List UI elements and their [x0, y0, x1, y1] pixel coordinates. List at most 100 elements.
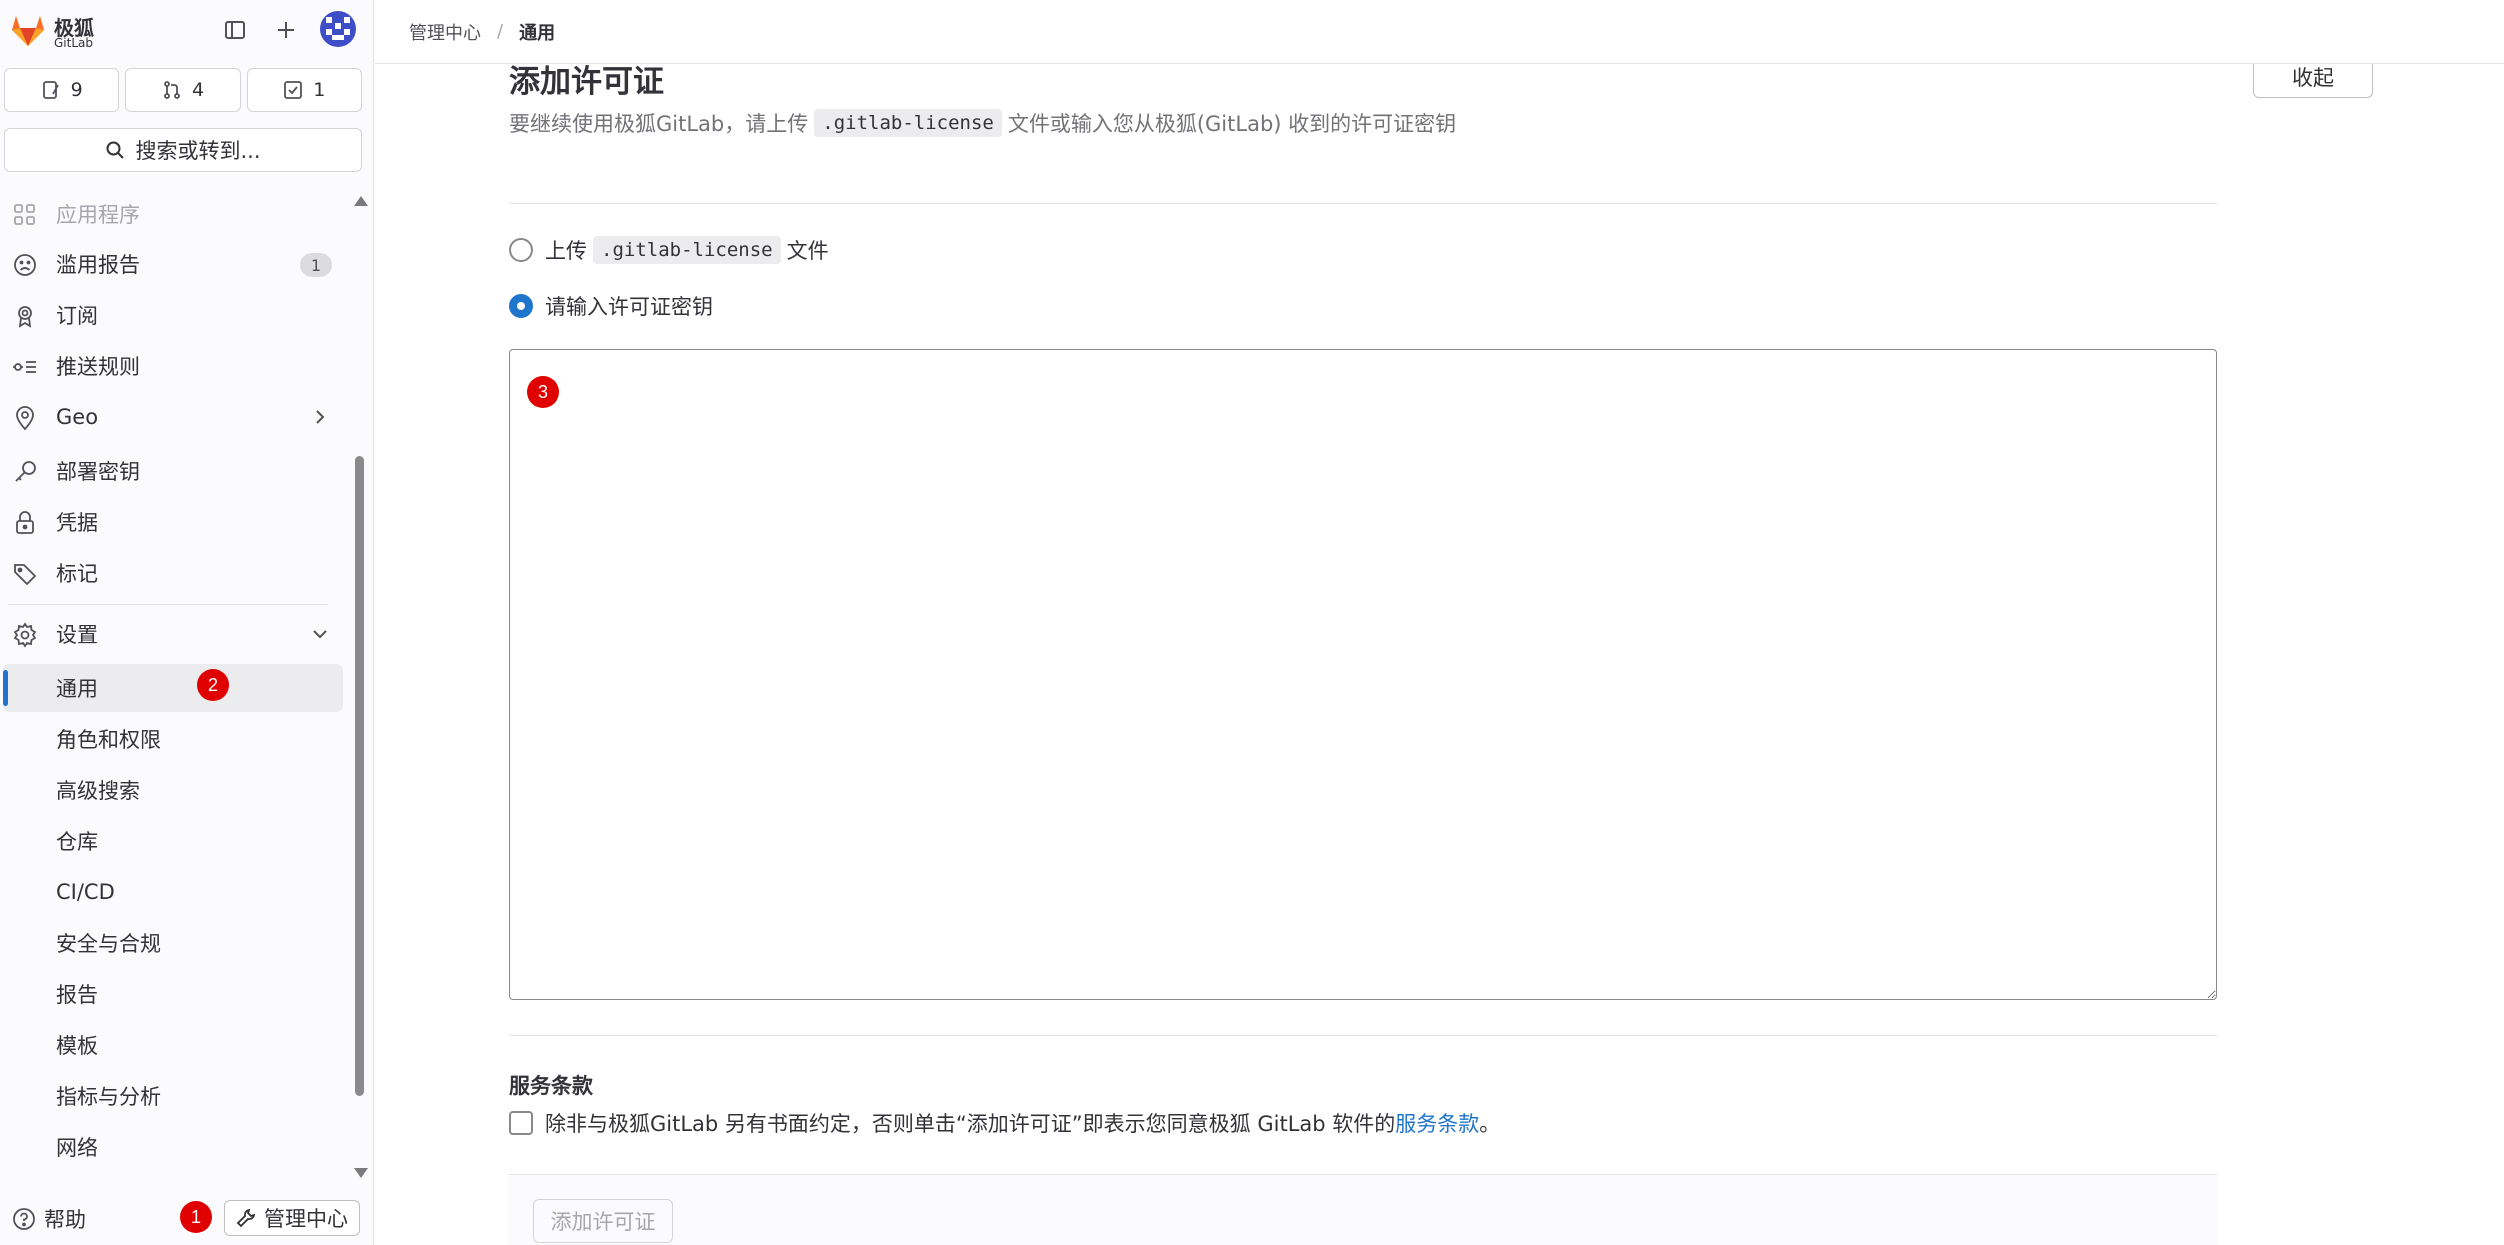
terms-title: 服务条款	[509, 1074, 593, 1098]
sidebar-subitem-metrics[interactable]: 指标与分析	[0, 1072, 345, 1120]
sidebar-subitem-network[interactable]: 网络	[0, 1123, 345, 1171]
admin-area-button[interactable]: 管理中心	[224, 1200, 360, 1236]
sidebar-item-deploy-keys[interactable]: 部署密钥	[0, 447, 345, 495]
help-icon	[13, 1208, 35, 1230]
sidebar-item-push-rules[interactable]: 推送规则	[0, 342, 345, 390]
subscription-icon	[18, 306, 32, 328]
sidebar-item-label: Geo	[56, 405, 99, 429]
issues-count: 9	[70, 79, 83, 101]
help-button[interactable]: 帮助	[12, 1204, 86, 1234]
merge-requests-counter-button[interactable]: 4	[125, 68, 241, 112]
sidebar-subitem-general[interactable]: 通用	[3, 664, 343, 712]
sidebar-subitem-label: 角色和权限	[56, 728, 161, 752]
todos-counter-button[interactable]: 1	[246, 68, 362, 112]
breadcrumb: 管理中心 / 通用	[375, 0, 2504, 64]
upload-file-option[interactable]: 上传 .gitlab-license 文件	[509, 235, 829, 265]
scroll-up-arrow-icon[interactable]	[354, 196, 368, 206]
sidebar-subitem-repository[interactable]: 仓库	[0, 817, 345, 865]
sidebar-subitem-label: 指标与分析	[56, 1085, 161, 1109]
push-rules-icon	[13, 361, 36, 373]
abuse-report-count-badge: 1	[300, 253, 332, 277]
todo-icon	[284, 81, 303, 99]
scroll-down-arrow-icon[interactable]	[354, 1168, 368, 1178]
sidebar-item-abuse-reports[interactable]: 滥用报告 1	[0, 240, 345, 288]
sidebar-subitem-label: CI/CD	[56, 880, 115, 904]
desc-text-before: 要继续使用极狐GitLab，请上传	[509, 112, 809, 136]
sidebar-item-applications[interactable]: 应用程序	[0, 190, 345, 238]
desc-text-after: 文件或输入您从极狐(GitLab) 收到的许可证密钥	[1007, 112, 1457, 136]
upload-label-before: 上传	[545, 239, 587, 263]
brand-subname: GitLab	[54, 36, 93, 50]
collapse-button[interactable]: 收起	[2253, 64, 2373, 98]
issues-counter-button[interactable]: 9	[4, 68, 120, 112]
scrollbar-thumb[interactable]	[355, 456, 364, 1096]
counter-bar: 9 4 1	[4, 68, 362, 112]
license-description: 要继续使用极狐GitLab，请上传 .gitlab-license 文件或输入您…	[509, 108, 1456, 138]
upload-code: .gitlab-license	[593, 236, 781, 264]
form-actions: 添加许可证	[509, 1174, 2217, 1245]
terms-text: 除非与极狐GitLab 另有书面约定，否则单击“添加许可证”即表示您同意极狐 G…	[545, 1112, 1396, 1136]
terms-period: 。	[1479, 1112, 1501, 1136]
create-new-button[interactable]	[270, 14, 302, 46]
section-divider	[509, 203, 2217, 204]
sidebar-item-labels[interactable]: 标记	[0, 549, 345, 597]
breadcrumb-admin-link[interactable]: 管理中心	[409, 19, 481, 45]
sidebar-subitem-label: 模板	[56, 1034, 98, 1058]
upload-file-radio[interactable]	[509, 238, 533, 262]
sidebar-subitem-reports[interactable]: 报告	[0, 970, 345, 1018]
deploy-key-icon	[15, 461, 36, 482]
search-icon	[106, 141, 125, 159]
merge-request-icon	[164, 81, 180, 99]
avatar-pattern-icon	[326, 17, 350, 40]
sidebar-scrollbar[interactable]	[352, 196, 368, 1180]
main-content: 添加许可证 收起 要继续使用极狐GitLab，请上传 .gitlab-licen…	[375, 64, 2504, 1245]
sidebar-item-label: 设置	[56, 623, 98, 647]
step-marker-2: 2	[197, 669, 229, 701]
sidebar-item-subscription[interactable]: 订阅	[0, 291, 345, 339]
toggle-sidebar-button[interactable]	[219, 14, 251, 46]
sidebar-nav: 应用程序 滥用报告 1 订阅 推送规则 Geo 部署密钥 凭据 标记 设置 通用…	[0, 190, 345, 1180]
admin-area-label: 管理中心	[264, 1207, 348, 1231]
gitlab-logo-icon[interactable]	[8, 10, 48, 50]
search-label: 搜索或转到...	[135, 139, 261, 163]
sidebar-header: 极狐 GitLab	[0, 0, 374, 60]
license-key-textarea[interactable]	[509, 349, 2217, 1000]
sidebar-subitem-advanced-search[interactable]: 高级搜索	[0, 766, 345, 814]
geo-icon	[16, 406, 34, 431]
sidebar-subitem-roles-permissions[interactable]: 角色和权限	[0, 715, 345, 763]
sidebar-item-credentials[interactable]: 凭据	[0, 498, 345, 546]
sidebar-toggle-icon	[225, 21, 245, 39]
enter-key-label: 请输入许可证密钥	[545, 295, 713, 319]
terms-agreement: 除非与极狐GitLab 另有书面约定，否则单击“添加许可证”即表示您同意极狐 G…	[509, 1108, 1500, 1138]
sidebar-subitem-label: 网络	[56, 1136, 98, 1160]
settings-icon	[13, 622, 37, 648]
sidebar: 极狐 GitLab 9 4 1 搜索或转到... 应用程序 滥用报告 1 订阅 …	[0, 0, 374, 1245]
user-avatar[interactable]	[320, 11, 356, 47]
abuse-report-icon	[14, 254, 36, 276]
desc-code: .gitlab-license	[814, 109, 1002, 137]
terms-link[interactable]: 服务条款	[1395, 1108, 1479, 1138]
enter-key-option[interactable]: 请输入许可证密钥	[509, 291, 713, 321]
sidebar-item-settings[interactable]: 设置	[0, 610, 345, 658]
sidebar-item-geo[interactable]: Geo	[0, 393, 345, 441]
step-marker-3: 3	[527, 376, 559, 408]
plus-icon	[278, 22, 294, 38]
todos-count: 1	[313, 79, 326, 101]
sidebar-subitem-cicd[interactable]: CI/CD	[0, 868, 345, 916]
terms-checkbox[interactable]	[509, 1111, 533, 1135]
search-button[interactable]: 搜索或转到...	[4, 128, 362, 172]
sidebar-subitem-templates[interactable]: 模板	[0, 1021, 345, 1069]
applications-icon	[14, 204, 35, 225]
sidebar-item-label: 部署密钥	[56, 460, 140, 484]
sidebar-subitem-security-compliance[interactable]: 安全与合规	[0, 919, 345, 967]
chevron-right-icon	[316, 410, 325, 424]
page-title: 添加许可证	[509, 64, 664, 100]
breadcrumb-current: 通用	[519, 22, 556, 44]
sidebar-subitem-label: 报告	[56, 983, 98, 1007]
enter-key-radio[interactable]	[509, 294, 533, 318]
merge-requests-count: 4	[191, 79, 205, 101]
step-marker-1: 1	[180, 1201, 212, 1233]
lock-icon	[16, 511, 34, 534]
add-license-button[interactable]: 添加许可证	[533, 1199, 673, 1243]
sidebar-divider	[8, 604, 328, 605]
